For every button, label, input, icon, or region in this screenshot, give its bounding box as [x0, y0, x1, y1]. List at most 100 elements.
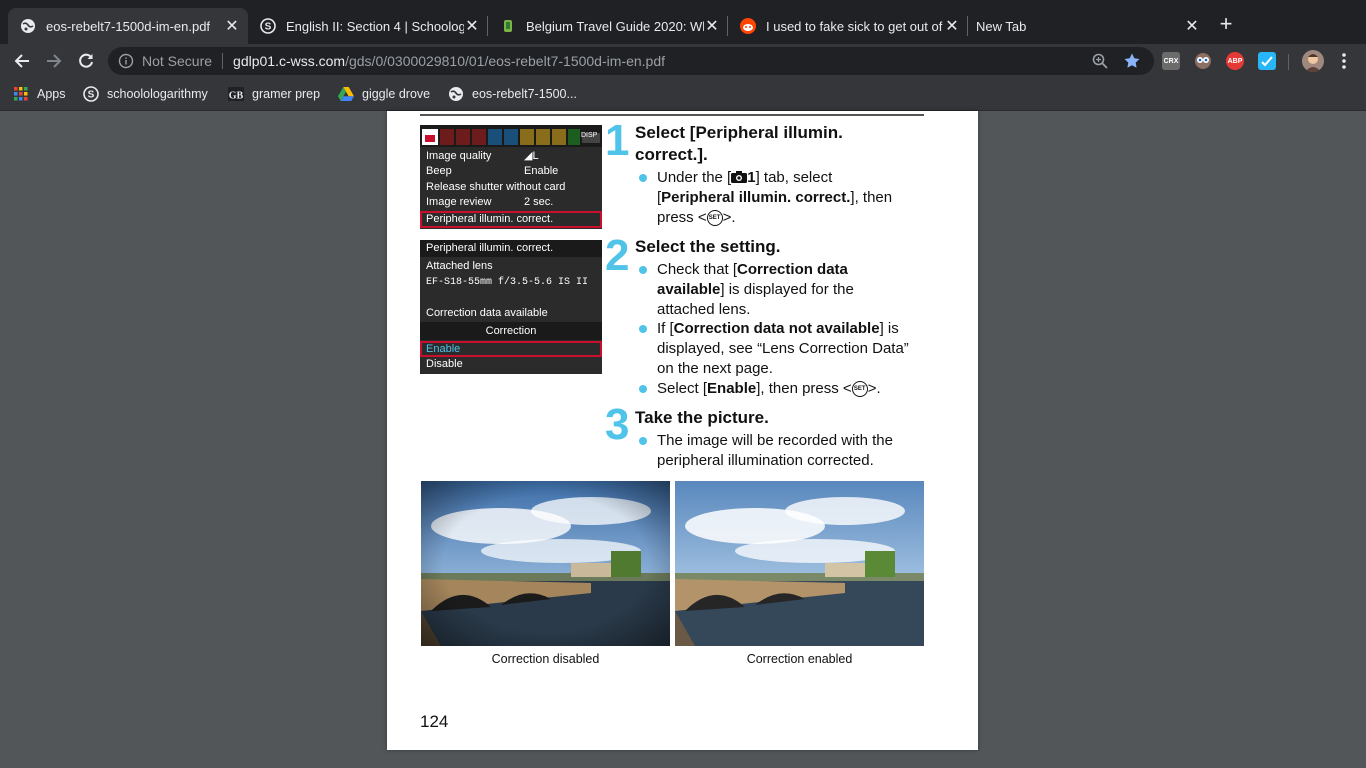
bookmark-label: schoolologarithmy	[107, 87, 208, 101]
crx-extension-icon[interactable]: CRX	[1162, 52, 1180, 70]
gb-icon: GB	[228, 86, 244, 102]
bookmark-apps[interactable]: Apps	[13, 85, 66, 103]
bookmark-star-icon[interactable]	[1122, 51, 1142, 71]
page-number: 124	[420, 712, 449, 731]
correction-status: Correction data available	[426, 307, 548, 319]
avatar[interactable]	[1302, 50, 1324, 72]
set-button-icon: SET	[706, 210, 723, 227]
caption-disabled: Correction disabled	[491, 652, 600, 666]
step-bullet: Check that [Correction data available] is…	[639, 260, 929, 320]
svg-text:GB: GB	[229, 91, 244, 102]
tab-strip: eos-rebelt7-1500d-im-en.pdf ✕ S English …	[0, 0, 1366, 44]
set-button-icon: SET	[851, 381, 868, 398]
photo-correction-disabled	[421, 481, 670, 646]
menu-row: Beep Enable	[426, 165, 559, 177]
option-enable: Enable	[420, 341, 602, 357]
apps-grid-icon	[13, 86, 29, 102]
tab-title: eos-rebelt7-1500d-im-en.pdf	[46, 18, 211, 34]
step-bullet: Select [Enable], then press < SET >.	[639, 379, 929, 399]
address-bar[interactable]: Not Secure gdlp01.c-wss.com/gds/0/030002…	[108, 47, 1154, 75]
bookmark-label: giggle drove	[362, 87, 431, 101]
toolbar: Not Secure gdlp01.c-wss.com/gds/0/030002…	[0, 44, 1366, 78]
close-icon[interactable]: ✕	[464, 16, 480, 36]
back-button[interactable]	[10, 49, 34, 73]
step-heading: Select the setting.	[635, 237, 781, 256]
camera-icon	[731, 169, 748, 186]
tab-schoology[interactable]: S English II: Section 4 | Schoology ✕	[248, 8, 488, 44]
schoology-icon: S	[83, 86, 99, 102]
url-text: gdlp01.c-wss.com/gds/0/0300029810/01/eos…	[233, 53, 1090, 69]
setting-header: Peripheral illumin. correct.	[420, 240, 602, 257]
bookmark-label: eos-rebelt7-1500...	[472, 87, 577, 101]
close-icon[interactable]: ✕	[704, 16, 720, 36]
bullet-dot	[639, 437, 647, 445]
globe-icon	[448, 86, 464, 102]
bookmark-schoolologarithmy[interactable]: S schoolologarithmy	[83, 85, 208, 103]
caption-enabled: Correction enabled	[746, 652, 853, 666]
forward-button[interactable]	[42, 49, 66, 73]
svg-text:S: S	[88, 90, 95, 101]
bookmark-label: gramer prep	[252, 87, 321, 101]
tab-reddit[interactable]: I used to fake sick to get out of ✕	[728, 8, 968, 44]
bullet-dot	[639, 266, 647, 274]
bullet-dot	[639, 385, 647, 393]
adblock-extension-icon[interactable]: ABP	[1226, 52, 1244, 70]
reddit-icon	[740, 18, 756, 34]
tab-title: English II: Section 4 | Schoology	[286, 18, 464, 34]
bookmark-gramer-prep[interactable]: GB gramer prep	[228, 85, 320, 103]
tab-title: I used to fake sick to get out of	[766, 18, 943, 34]
bookmark-eos-pdf[interactable]: eos-rebelt7-1500...	[448, 85, 577, 103]
security-label: Not Secure	[142, 53, 213, 69]
tab-new[interactable]: New Tab ✕	[968, 8, 1208, 44]
camera-menu-screen: DISP Image quality ◢L Beep Enable Release …	[420, 125, 602, 229]
menu-row: Image review 2 sec.	[426, 196, 554, 208]
info-icon[interactable]	[118, 53, 134, 69]
zoom-icon[interactable]	[1090, 51, 1110, 71]
step-heading: Select [Peripheral illumin. correct.].	[635, 123, 843, 164]
bullet-dot	[639, 174, 647, 182]
tab-pdf[interactable]: eos-rebelt7-1500d-im-en.pdf ✕	[8, 8, 248, 44]
disp-label: DISP	[581, 132, 598, 139]
step-bullet: If [Correction data not available] is dis…	[639, 319, 929, 379]
menu-row: Release shutter without card	[426, 181, 566, 193]
new-tab-button[interactable]: +	[1214, 12, 1238, 36]
menu-row-highlighted: Peripheral illumin. correct.	[420, 211, 602, 228]
bookmark-giggle-drove[interactable]: giggle drove	[338, 85, 430, 103]
close-icon[interactable]: ✕	[944, 16, 960, 36]
bookmarks-bar: Apps S schoolologarithmy GB gramer prep …	[0, 78, 1366, 111]
svg-text:S: S	[265, 22, 272, 33]
drive-icon	[338, 86, 354, 102]
menu-kebab-icon[interactable]	[1332, 49, 1356, 73]
step-heading: Take the picture.	[635, 408, 769, 427]
bullet-dot	[639, 325, 647, 333]
step-number: 1	[605, 116, 630, 165]
step-number: 3	[605, 400, 630, 449]
schoology-icon: S	[260, 18, 276, 34]
lens-name: EF-S18-55mm f/3.5-5.6 IS II	[426, 277, 589, 288]
url-path: /gds/0/0300029810/01/eos-rebelt7-1500d-i…	[345, 53, 665, 69]
tab-title: Belgium Travel Guide 2020: Wh	[526, 18, 704, 34]
attached-lens-label: Attached lens	[426, 260, 493, 272]
android-icon	[500, 18, 516, 34]
step-bullet: Under the [1] tab, select [Peripheral ill…	[639, 168, 929, 228]
owl-extension-icon[interactable]	[1194, 52, 1212, 70]
reload-button[interactable]	[74, 49, 98, 73]
checkmark-extension-icon[interactable]	[1258, 52, 1276, 70]
url-host: gdlp01.c-wss.com	[233, 53, 346, 69]
close-icon[interactable]: ✕	[1184, 16, 1200, 36]
menu-row: Image quality ◢L	[426, 150, 539, 162]
divider	[420, 114, 924, 116]
step-bullet: The image will be recorded with the perip…	[639, 431, 929, 471]
pdf-page: DISP Image quality ◢L Beep Enable Release …	[387, 111, 978, 750]
photo-correction-enabled	[675, 481, 924, 646]
tab-title: New Tab	[976, 18, 1027, 34]
globe-icon	[20, 18, 36, 34]
menu-tab-row: DISP	[420, 125, 602, 147]
step-number: 2	[605, 231, 630, 280]
tab-belgium[interactable]: Belgium Travel Guide 2020: Wh ✕	[488, 8, 728, 44]
option-disable: Disable	[426, 358, 463, 370]
close-icon[interactable]: ✕	[224, 16, 240, 36]
bookmark-label: Apps	[37, 87, 66, 101]
correction-label: Correction	[420, 322, 602, 340]
camera-setting-screen: Peripheral illumin. correct. Attached le…	[420, 240, 602, 374]
